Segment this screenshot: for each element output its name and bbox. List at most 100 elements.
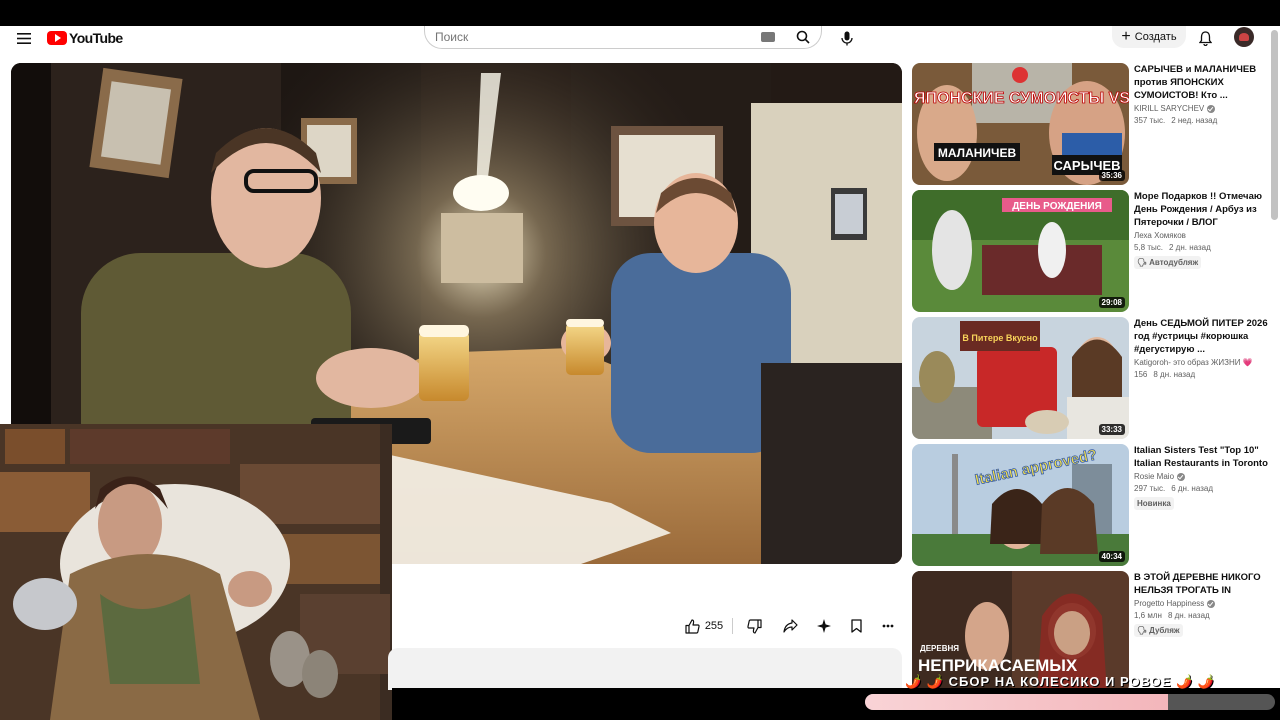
keyboard-icon[interactable] <box>761 32 775 42</box>
thumbnail-image: ДЕНЬ РОЖДЕНИЯ <box>912 190 1129 312</box>
dislike-button[interactable] <box>738 612 770 640</box>
recommendation-item[interactable]: ЯПОНСКИЕ СУМОИСТЫ VS МАЛАНИЧЕВ САРЫЧЕВ 3… <box>912 63 1270 185</box>
recommendation-item[interactable]: ДЕНЬ РОЖДЕНИЯ 29:08 Море Подарков !! Отм… <box>912 190 1270 312</box>
microphone-icon <box>841 31 853 45</box>
badge-label: Новинка <box>1137 499 1171 508</box>
menu-button[interactable] <box>12 28 36 48</box>
recommendation-item[interactable]: Italian approved? 40:34 Italian Sisters … <box>912 444 1270 566</box>
channel-name: Progetto Happiness <box>1134 599 1205 608</box>
channel-name-row[interactable]: Progetto Happiness <box>1134 599 1270 608</box>
upload-age: 2 нед. назад <box>1171 116 1218 125</box>
channel-name: Леха Хомяков <box>1134 231 1186 240</box>
search-box <box>424 26 822 49</box>
view-count: 5,8 тыс. <box>1134 243 1163 252</box>
search-button[interactable] <box>793 28 813 46</box>
channel-name: Katigoroh- это образ ЖИЗНИ 💗 <box>1134 358 1253 367</box>
video-stats: 5,8 тыс. 2 дн. назад <box>1134 243 1270 252</box>
wall-frame <box>89 67 183 179</box>
thumbs-down-icon <box>746 618 762 634</box>
video-meta: В ЭТОЙ ДЕРЕВНЕ НИКОГО НЕЛЬЗЯ ТРОГАТЬ IN … <box>1134 571 1270 638</box>
save-button[interactable] <box>842 612 870 640</box>
like-count: 255 <box>704 620 724 632</box>
create-label: Создать <box>1134 31 1177 43</box>
recommendation-item[interactable]: В Питере Вкусно 33:33 День СЕДЬМОЙ ПИТЕР… <box>912 317 1270 439</box>
video-thumbnail[interactable]: ЯПОНСКИЕ СУМОИСТЫ VS МАЛАНИЧЕВ САРЫЧЕВ 3… <box>912 63 1129 185</box>
duration-badge: 29:08 <box>1098 297 1125 308</box>
create-button[interactable]: + Создать <box>1112 26 1186 48</box>
share-icon <box>782 619 798 633</box>
youtube-play-icon <box>47 31 67 45</box>
thumbnail-image: Italian approved? <box>912 444 1129 566</box>
video-thumbnail[interactable]: ДЕНЬ РОЖДЕНИЯ 29:08 <box>912 190 1129 312</box>
more-actions-button[interactable] <box>874 612 902 640</box>
video-thumbnail[interactable]: В Питере Вкусно 33:33 <box>912 317 1129 439</box>
thumbnail-image: ЯПОНСКИЕ СУМОИСТЫ VS МАЛАНИЧЕВ САРЫЧЕВ <box>912 63 1129 185</box>
voice-search-button[interactable] <box>836 27 858 49</box>
youtube-page: YouTube + Создать <box>0 0 1280 720</box>
upload-age: 8 дн. назад <box>1167 611 1210 620</box>
search-input[interactable] <box>435 29 735 45</box>
channel-name-row[interactable]: Katigoroh- это образ ЖИЗНИ 💗 <box>1134 358 1270 367</box>
thumbnail-image: В Питере Вкусно <box>912 317 1129 439</box>
video-meta: Italian Sisters Test "Top 10" Italian Re… <box>1134 444 1270 511</box>
verified-icon <box>1207 104 1216 113</box>
view-count: 357 тыс. <box>1134 116 1166 125</box>
thumb-caption-2: НЕПРИКАСАЕМЫХ <box>918 656 1078 675</box>
video-stats: 357 тыс. 2 нед. назад <box>1134 116 1270 125</box>
video-title[interactable]: Italian Sisters Test "Top 10" Italian Re… <box>1134 444 1270 470</box>
masthead: YouTube + Создать <box>0 26 1280 56</box>
ask-ai-button[interactable] <box>810 612 838 640</box>
channel-name-row[interactable]: Леха Хомяков <box>1134 231 1270 240</box>
logo-text: YouTube <box>69 30 123 46</box>
view-count: 1,6 млн <box>1134 611 1162 620</box>
channel-name: KIRILL SARYCHEV <box>1134 104 1205 113</box>
video-title[interactable]: День СЕДЬМОЙ ПИТЕР 2026 год #устрицы #ко… <box>1134 317 1270 356</box>
duration-badge: 40:34 <box>1098 551 1125 562</box>
video-thumbnail[interactable]: Italian approved? 40:34 <box>912 444 1129 566</box>
badge-label: Автодубляж <box>1149 258 1199 267</box>
dub-icon: 🗣 <box>1137 258 1148 267</box>
duration-badge: 33:33 <box>1098 424 1125 435</box>
channel-name-row[interactable]: Rosie Maio <box>1134 472 1270 481</box>
dub-icon: 🗣 <box>1137 626 1148 635</box>
thumbs-up-icon <box>685 618 700 634</box>
thumb-caption: В Питере Вкусно <box>962 333 1038 343</box>
view-count: 297 тыс. <box>1134 484 1166 493</box>
upload-age: 6 дн. назад <box>1171 484 1213 493</box>
channel-name: Rosie Maio <box>1134 472 1175 481</box>
badge-label: Дубляж <box>1149 626 1180 635</box>
auto-dub-badge: 🗣 Автодубляж <box>1134 256 1202 269</box>
like-button[interactable]: 255 <box>680 612 728 640</box>
youtube-logo[interactable]: YouTube <box>47 29 123 47</box>
video-stats: 1,6 млн 8 дн. назад <box>1134 611 1270 620</box>
plus-icon: + <box>1121 28 1131 45</box>
video-title[interactable]: САРЫЧЕВ и МАЛАНИЧЕВ против ЯПОНСКИХ СУМО… <box>1134 63 1270 102</box>
recommendations-sidebar: ЯПОНСКИЕ СУМОИСТЫ VS МАЛАНИЧЕВ САРЫЧЕВ 3… <box>912 63 1270 703</box>
page-scrollbar[interactable] <box>1271 30 1278 220</box>
more-dots-icon <box>882 624 894 628</box>
account-avatar[interactable] <box>1234 27 1254 47</box>
video-meta: День СЕДЬМОЙ ПИТЕР 2026 год #устрицы #ко… <box>1134 317 1270 379</box>
donation-progress-fill <box>865 694 1169 710</box>
thumb-caption: ДЕРЕВНЯ <box>920 644 959 653</box>
video-title[interactable]: В ЭТОЙ ДЕРЕВНЕ НИКОГО НЕЛЬЗЯ ТРОГАТЬ IN <box>1134 571 1270 597</box>
description-box[interactable] <box>388 648 902 690</box>
upload-age: 2 дн. назад <box>1168 243 1211 252</box>
thumb-caption: ЯПОНСКИЕ СУМОИСТЫ VS <box>914 90 1129 107</box>
verified-icon <box>1177 472 1186 481</box>
webcam-overlay <box>0 424 392 720</box>
verified-icon <box>1207 599 1216 608</box>
video-title[interactable]: Море Подарков !! Отмечаю День Рождения /… <box>1134 190 1270 229</box>
search-icon <box>796 30 810 44</box>
share-button[interactable] <box>776 612 804 640</box>
bell-icon <box>1198 30 1212 46</box>
thumb-caption-2: МАЛАНИЧЕВ <box>938 146 1017 160</box>
video-stats: 297 тыс. 6 дн. назад <box>1134 484 1270 493</box>
notifications-button[interactable] <box>1194 27 1216 49</box>
donation-progress-bar <box>865 694 1275 710</box>
webcam-frame <box>0 424 392 720</box>
dub-badge: 🗣 Дубляж <box>1134 624 1183 637</box>
upload-age: 8 дн. назад <box>1153 370 1196 379</box>
channel-name-row[interactable]: KIRILL SARYCHEV <box>1134 104 1270 113</box>
sparkle-icon <box>817 619 831 633</box>
